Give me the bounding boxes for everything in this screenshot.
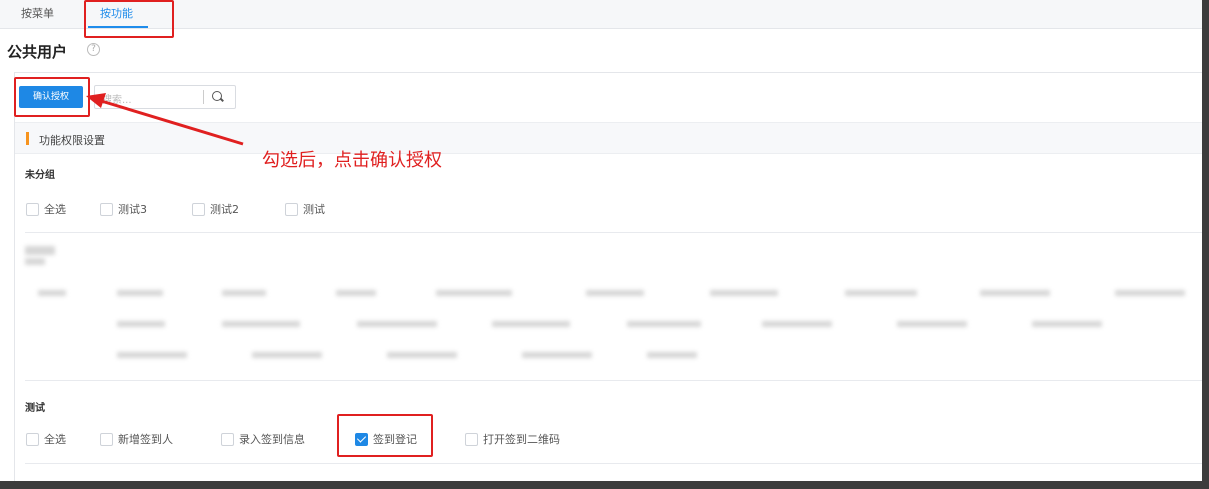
checkbox-enter-sign-in-info[interactable]: 录入签到信息 (221, 431, 305, 447)
checkbox-box[interactable] (221, 432, 234, 446)
group-divider (25, 463, 1202, 464)
checkbox-open-sign-in-qrcode[interactable]: 打开签到二维码 (465, 431, 560, 447)
checkbox-test2[interactable]: 测试2 (192, 201, 239, 217)
checkbox-box[interactable] (465, 432, 478, 446)
checkbox-box[interactable] (26, 432, 39, 446)
checkbox-label: 打开签到二维码 (483, 433, 560, 446)
app-page: 按菜单 按功能 公共用户 ? 确认授权 搜索... 功能权限设置 未分组 全选 … (0, 0, 1202, 481)
annotation-arrow-icon (86, 93, 244, 146)
checkbox-label: 测试 (303, 203, 325, 216)
checkbox-box[interactable] (192, 202, 205, 216)
checkbox-select-all[interactable]: 全选 (26, 431, 66, 447)
checkbox-add-sign-in-person[interactable]: 新增签到人 (100, 431, 173, 447)
group-divider (25, 380, 1202, 381)
checkbox-test[interactable]: 测试 (285, 201, 325, 217)
checkbox-box[interactable] (285, 202, 298, 216)
checkbox-select-all[interactable]: 全选 (26, 201, 66, 217)
annotation-highlight-checked (337, 414, 433, 457)
checkbox-box[interactable] (100, 432, 113, 446)
checkbox-box[interactable] (100, 202, 113, 216)
group-title-ungrouped: 未分组 (25, 170, 55, 181)
annotation-text: 勾选后，点击确认授权 (262, 150, 442, 171)
checkbox-label: 全选 (44, 433, 66, 446)
checkbox-label: 测试2 (210, 203, 239, 216)
group-divider (25, 232, 1202, 233)
group-title-test: 测试 (25, 403, 45, 414)
checkbox-box[interactable] (26, 202, 39, 216)
checkbox-label: 新增签到人 (118, 433, 173, 446)
checkbox-test3[interactable]: 测试3 (100, 201, 147, 217)
checkbox-label: 录入签到信息 (239, 433, 305, 446)
checkbox-label: 全选 (44, 203, 66, 216)
checkbox-label: 测试3 (118, 203, 147, 216)
